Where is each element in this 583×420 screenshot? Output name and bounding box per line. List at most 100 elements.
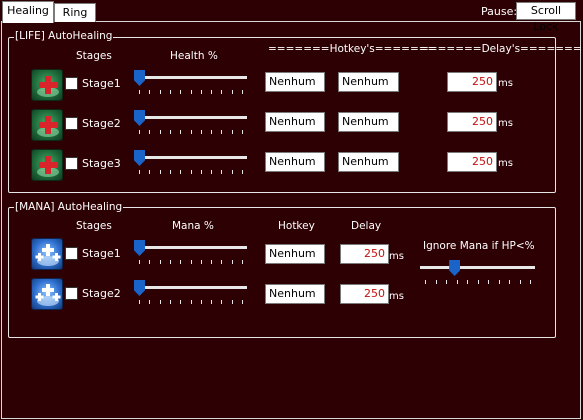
slider-ticks	[420, 280, 535, 284]
stage-checkbox[interactable]	[65, 287, 78, 300]
slider-tick	[242, 170, 243, 174]
slider-tick	[180, 130, 182, 134]
slider-tick	[180, 90, 182, 94]
slider-tick	[169, 300, 171, 304]
slider-tick	[231, 170, 233, 174]
stage-checkbox[interactable]	[65, 117, 78, 130]
slider-tick	[221, 170, 223, 174]
life-stages-header: Stages	[76, 50, 112, 62]
slider-tick	[425, 280, 426, 284]
slider-tick	[159, 170, 161, 174]
mana-group-title: [MANA] AutoHealing	[14, 201, 124, 213]
slider-tick	[149, 130, 151, 134]
slider-thumb[interactable]	[134, 240, 145, 256]
health-percent-slider[interactable]	[134, 110, 247, 134]
slider-tick	[190, 170, 192, 174]
slider-tick	[149, 260, 151, 264]
slider-tick	[190, 300, 192, 304]
health-percent-slider[interactable]	[134, 70, 247, 94]
delay-unit: ms	[389, 251, 404, 262]
slider-thumb[interactable]	[134, 280, 145, 296]
slider-tick	[200, 260, 202, 264]
tab-healing[interactable]: Healing	[2, 1, 54, 23]
pause-hotkey-field[interactable]: Scroll Lock	[516, 2, 576, 33]
slider-tick	[139, 90, 140, 94]
delay-field[interactable]: 250	[447, 72, 497, 92]
delay-field[interactable]: 250	[340, 244, 389, 264]
hotkey-field-2[interactable]: Nenhum	[338, 72, 399, 92]
slider-ticks	[134, 90, 247, 94]
slider-tick	[242, 260, 243, 264]
slider-tick	[190, 260, 192, 264]
slider-ticks	[134, 130, 247, 134]
mana-percent-slider[interactable]	[134, 280, 247, 304]
slider-track	[134, 286, 247, 289]
slider-tick	[169, 260, 171, 264]
health-potion-icon	[31, 109, 63, 141]
health-potion-icon	[31, 69, 63, 101]
hotkey-field-1[interactable]: Nenhum	[265, 152, 325, 172]
slider-track	[134, 76, 247, 79]
slider-tick	[211, 130, 213, 134]
slider-tick	[159, 130, 161, 134]
delay-field[interactable]: 250	[340, 284, 389, 304]
slider-tick	[200, 300, 202, 304]
slider-tick	[211, 90, 213, 94]
slider-thumb[interactable]	[134, 110, 145, 126]
slider-tick	[169, 170, 171, 174]
slider-tick	[200, 170, 202, 174]
slider-tick	[211, 170, 213, 174]
delay-field[interactable]: 250	[447, 112, 497, 132]
stage-checkbox[interactable]	[65, 247, 78, 260]
mana-potion-icon	[31, 238, 63, 270]
stage-label: Stage1	[82, 77, 121, 90]
slider-tick	[446, 280, 447, 284]
slider-tick	[149, 170, 151, 174]
stage-label: Stage3	[82, 157, 121, 170]
slider-tick	[231, 260, 233, 264]
stage-label: Stage2	[82, 117, 121, 130]
stage-checkbox[interactable]	[65, 77, 78, 90]
slider-tick	[231, 90, 233, 94]
slider-tick	[200, 90, 202, 94]
mana-stages-header: Stages	[76, 220, 112, 232]
hotkey-field-1[interactable]: Nenhum	[265, 112, 325, 132]
slider-tick	[242, 130, 243, 134]
slider-thumb[interactable]	[134, 70, 145, 86]
slider-tick	[139, 170, 140, 174]
slider-tick	[509, 280, 510, 284]
slider-tick	[190, 130, 192, 134]
slider-track	[420, 266, 535, 269]
mana-percent-slider[interactable]	[134, 240, 247, 264]
life-health-header: Health %	[170, 50, 218, 62]
slider-ticks	[134, 170, 247, 174]
hotkey-field[interactable]: Nenhum	[265, 244, 325, 264]
slider-track	[134, 116, 247, 119]
slider-tick	[190, 90, 192, 94]
slider-tick	[231, 130, 233, 134]
slider-thumb[interactable]	[134, 150, 145, 166]
slider-tick	[159, 90, 161, 94]
hotkey-field[interactable]: Nenhum	[265, 284, 325, 304]
hotkey-field-2[interactable]: Nenhum	[338, 152, 399, 172]
hotkey-field-2[interactable]: Nenhum	[338, 112, 399, 132]
slider-tick	[231, 300, 233, 304]
mana-percent-header: Mana %	[172, 220, 214, 232]
health-percent-slider[interactable]	[134, 150, 247, 174]
slider-tick	[221, 130, 223, 134]
hotkey-field-1[interactable]: Nenhum	[265, 72, 325, 92]
delay-unit: ms	[498, 78, 513, 89]
slider-tick	[242, 300, 243, 304]
ignore-mana-slider[interactable]	[420, 260, 535, 284]
stage-checkbox[interactable]	[65, 157, 78, 170]
slider-thumb[interactable]	[449, 260, 461, 276]
slider-tick	[149, 90, 151, 94]
tab-ring[interactable]: Ring	[54, 3, 96, 22]
slider-tick	[180, 300, 182, 304]
slider-tick	[200, 130, 202, 134]
delay-field[interactable]: 250	[447, 152, 497, 172]
slider-tick	[242, 90, 243, 94]
ignore-mana-label: Ignore Mana if HP<%	[423, 240, 535, 252]
slider-tick	[488, 280, 489, 284]
slider-tick	[180, 170, 182, 174]
